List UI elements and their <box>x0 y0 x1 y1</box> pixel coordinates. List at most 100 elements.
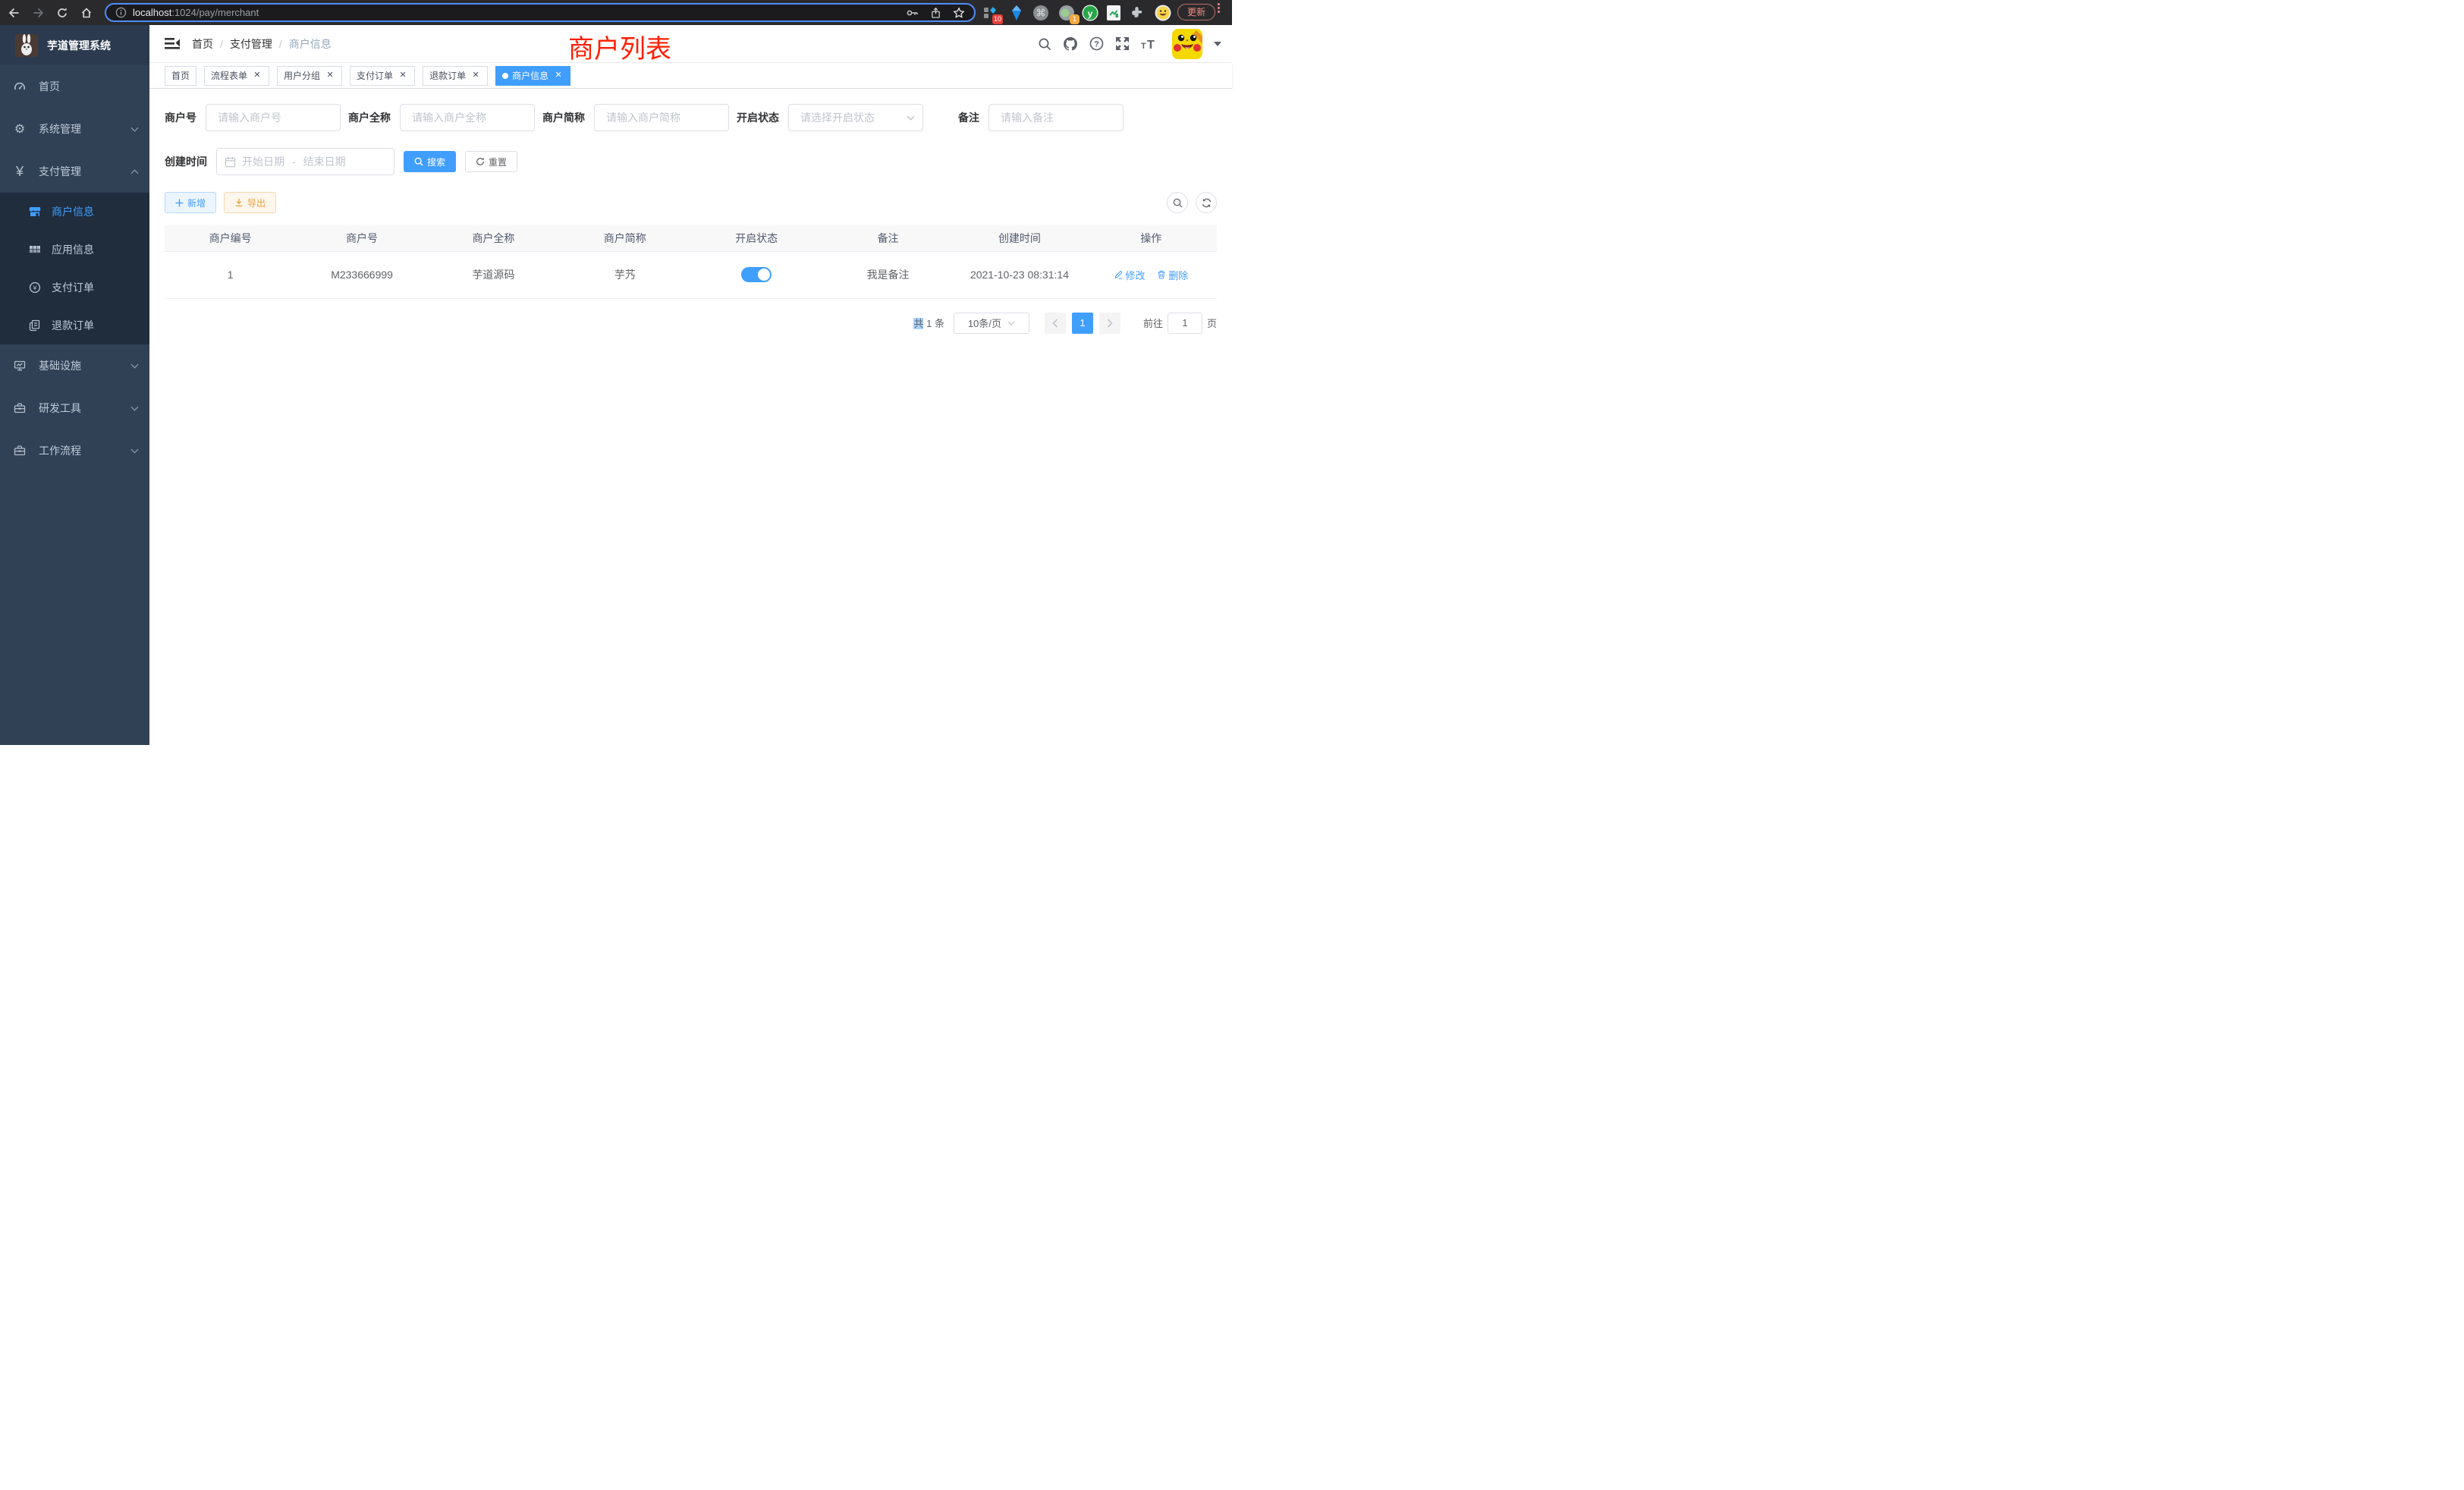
browser-forward-icon[interactable] <box>32 7 45 19</box>
refresh-table-button[interactable] <box>1196 192 1217 213</box>
address-bar[interactable]: localhost:1024/pay/merchant <box>105 3 976 22</box>
sidebar-toggle-icon[interactable] <box>165 37 180 50</box>
delete-link[interactable]: 删除 <box>1157 268 1188 282</box>
svg-text:¥: ¥ <box>33 284 37 291</box>
header-search-icon[interactable] <box>1038 37 1051 51</box>
breadcrumb-home[interactable]: 首页 <box>192 36 213 52</box>
sidebar-item-workflow[interactable]: 工作流程 <box>0 429 149 472</box>
help-icon[interactable]: ? <box>1089 36 1104 51</box>
toggle-knob <box>758 269 770 281</box>
sidebar-item-merchant-info[interactable]: 商户信息 <box>0 193 149 231</box>
sidebar-item-home[interactable]: 首页 <box>0 65 149 108</box>
status-toggle[interactable] <box>741 267 772 282</box>
refresh-icon <box>1202 198 1212 208</box>
tab-user-group[interactable]: 用户分组 ✕ <box>277 66 342 86</box>
font-size-icon[interactable]: TT <box>1141 37 1158 51</box>
status-select[interactable]: 请选择开启状态 <box>788 104 923 131</box>
merchant-name-label: 商户全称 <box>348 110 400 125</box>
chevron-down-icon <box>130 448 139 454</box>
page-size-select[interactable]: 10条/页 <box>954 313 1029 334</box>
chrome-menu-icon[interactable] <box>1218 3 1220 13</box>
start-date-input[interactable] <box>236 156 291 168</box>
chrome-update-button[interactable]: 更新 <box>1177 4 1215 20</box>
extension-doc-icon[interactable] <box>1106 5 1123 21</box>
merchant-short-input[interactable] <box>594 104 729 131</box>
sidebar-item-pay-order[interactable]: ¥ 支付订单 <box>0 269 149 306</box>
table-row: 1 M233666999 芋道源码 芋艿 我是备注 2021-10-23 08:… <box>165 251 1217 298</box>
github-icon[interactable] <box>1063 36 1078 52</box>
chevron-up-icon <box>130 169 139 174</box>
pagination-total-prefix: 共 <box>913 318 923 329</box>
tab-close-icon[interactable]: ✕ <box>252 71 262 81</box>
extension-command-icon[interactable]: ⌘ <box>1032 5 1049 21</box>
extension-gem-icon[interactable] <box>1009 5 1026 21</box>
browser-home-icon[interactable] <box>80 7 93 19</box>
tab-pay-order[interactable]: 支付订单✕ <box>350 66 415 86</box>
tab-close-icon[interactable]: ✕ <box>398 71 408 81</box>
create-time-range-picker[interactable]: - <box>216 148 394 175</box>
sidebar-item-label: 退款订单 <box>52 318 139 333</box>
navbar: 首页 / 支付管理 / 商户信息 ? T <box>149 25 1232 63</box>
merchant-no-input[interactable] <box>206 104 341 131</box>
extension-pin-icon[interactable]: 10 <box>982 5 998 21</box>
goto-label: 前往 <box>1143 316 1163 330</box>
tab-refund-order[interactable]: 退款订单✕ <box>423 66 488 86</box>
tab-close-icon[interactable]: ✕ <box>470 71 481 81</box>
sidebar-item-refund-order[interactable]: 退款订单 <box>0 306 149 344</box>
download-icon <box>234 198 244 207</box>
tab-close-icon[interactable]: ✕ <box>553 71 564 81</box>
site-info-icon[interactable] <box>115 7 127 18</box>
prev-page-button[interactable] <box>1045 313 1066 334</box>
next-page-button[interactable] <box>1099 313 1120 334</box>
breadcrumb-section[interactable]: 支付管理 <box>230 36 272 52</box>
tab-close-icon[interactable]: ✕ <box>325 71 335 81</box>
pagination-total: 共 1 条 <box>913 316 944 330</box>
add-button[interactable]: 新增 <box>165 192 216 213</box>
reset-button[interactable]: 重置 <box>465 151 517 172</box>
merchant-table: 商户编号 商户号 商户全称 商户简称 开启状态 备注 创建时间 操作 1 M23… <box>165 225 1217 299</box>
fullscreen-icon[interactable] <box>1115 36 1130 51</box>
page-number-1[interactable]: 1 <box>1072 313 1093 334</box>
sidebar-logo[interactable]: 芋道管理系统 <box>0 25 149 65</box>
password-key-icon[interactable] <box>906 7 919 19</box>
extension-y-icon[interactable]: y <box>1082 5 1098 21</box>
tab-home[interactable]: 首页 <box>165 66 196 86</box>
end-date-input[interactable] <box>297 156 352 168</box>
dashboard-icon <box>13 80 27 93</box>
share-icon[interactable] <box>930 7 941 19</box>
tab-process-form[interactable]: 流程表单 ✕ <box>204 66 269 86</box>
add-button-label: 新增 <box>187 196 206 209</box>
tab-label: 流程表单 <box>211 67 247 85</box>
edit-link[interactable]: 修改 <box>1114 268 1145 282</box>
extensions-puzzle-icon[interactable] <box>1130 5 1147 21</box>
sidebar-item-system[interactable]: ⚙ 系统管理 <box>0 108 149 150</box>
export-button[interactable]: 导出 <box>224 192 276 213</box>
goto-page-input[interactable] <box>1168 313 1202 334</box>
sidebar-item-app-info[interactable]: 应用信息 <box>0 231 149 269</box>
status-select-placeholder: 请选择开启状态 <box>800 110 875 125</box>
tab-merchant-info[interactable]: 商户信息✕ <box>495 66 570 86</box>
pay-submenu: 商户信息 应用信息 ¥ 支付订单 退款订单 <box>0 193 149 344</box>
browser-profile-avatar[interactable] <box>1155 5 1171 21</box>
user-avatar[interactable] <box>1172 29 1202 59</box>
sidebar-item-pay[interactable]: ¥ 支付管理 <box>0 150 149 193</box>
chevron-right-icon <box>1107 319 1113 328</box>
browser-back-icon[interactable] <box>8 7 20 19</box>
browser-toolbar: localhost:1024/pay/merchant 10 ⌘ 1 y <box>0 0 1232 25</box>
browser-reload-icon[interactable] <box>56 7 68 19</box>
avatar-caret-icon[interactable] <box>1214 42 1221 46</box>
col-merchant-id: 商户编号 <box>165 225 296 251</box>
search-button[interactable]: 搜索 <box>404 151 456 172</box>
bookmark-star-icon[interactable] <box>953 7 965 19</box>
merchant-name-input[interactable] <box>400 104 535 131</box>
remark-label: 备注 <box>958 110 988 125</box>
cell-merchant-id: 1 <box>165 251 296 298</box>
remark-input[interactable] <box>988 104 1124 131</box>
extension-badge-icon[interactable]: 1 <box>1058 5 1075 21</box>
sidebar-item-dev-tools[interactable]: 研发工具 <box>0 387 149 429</box>
chevron-down-icon <box>130 363 139 369</box>
sidebar-item-infrastructure[interactable]: 基础设施 <box>0 344 149 387</box>
search-icon <box>414 157 423 166</box>
tab-label: 用户分组 <box>284 67 320 85</box>
toggle-search-button[interactable] <box>1167 192 1188 213</box>
